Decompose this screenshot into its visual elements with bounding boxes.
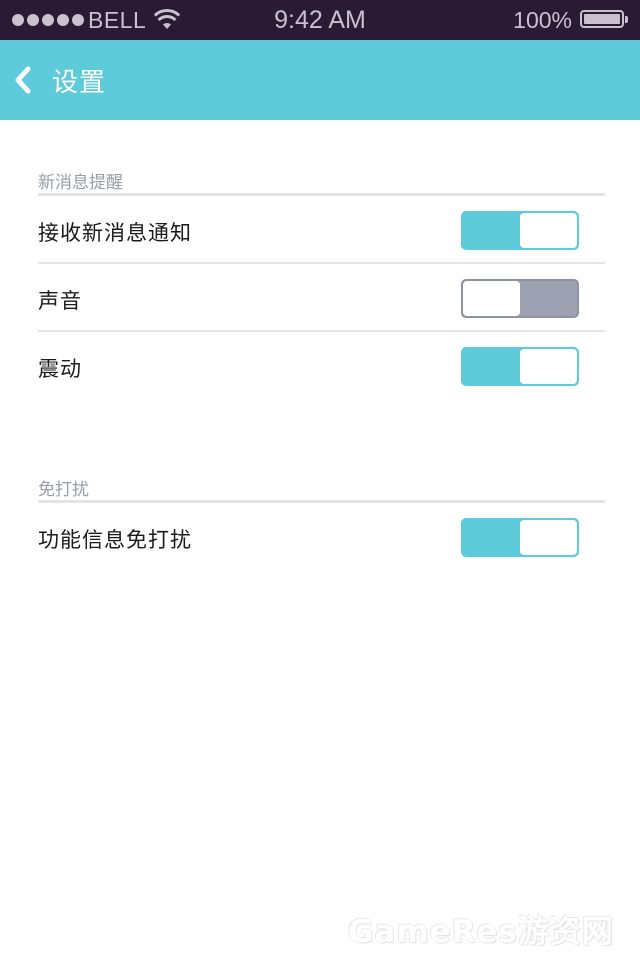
setting-row-vibration: 震动: [38, 332, 605, 400]
setting-label: 功能信息免打扰: [38, 528, 192, 552]
setting-label: 声音: [38, 289, 82, 313]
feature-dnd-toggle[interactable]: [461, 518, 579, 557]
toggle-knob: [520, 213, 577, 248]
sound-toggle[interactable]: [461, 279, 579, 318]
status-bar: BELL 9:42 AM 100%: [0, 0, 640, 40]
battery-tip: [625, 16, 628, 23]
section-header: 新消息提醒: [38, 158, 605, 196]
section-new-message-alerts: 新消息提醒 接收新消息通知 声音 震动: [38, 158, 605, 400]
battery-icon: [580, 10, 628, 28]
page-title: 设置: [52, 67, 107, 98]
battery-fill: [584, 14, 620, 24]
back-button[interactable]: 设置: [12, 56, 106, 104]
battery-percentage: 100%: [513, 7, 572, 33]
vibration-toggle[interactable]: [461, 347, 579, 386]
navigation-bar: 设置: [0, 40, 640, 120]
chevron-left-icon: [15, 66, 31, 94]
receive-notifications-toggle[interactable]: [461, 211, 579, 250]
toggle-knob: [520, 349, 577, 384]
section-do-not-disturb: 免打扰 功能信息免打扰: [38, 465, 605, 571]
toggle-knob: [520, 520, 577, 555]
toggle-knob: [463, 281, 520, 316]
setting-row-receive-notifications: 接收新消息通知: [38, 196, 605, 264]
section-header: 免打扰: [38, 465, 605, 503]
setting-row-feature-dnd: 功能信息免打扰: [38, 503, 605, 571]
setting-label: 接收新消息通知: [38, 221, 192, 245]
setting-row-sound: 声音: [38, 264, 605, 332]
watermark: GameRes游资网: [347, 914, 614, 950]
setting-label: 震动: [38, 357, 82, 381]
